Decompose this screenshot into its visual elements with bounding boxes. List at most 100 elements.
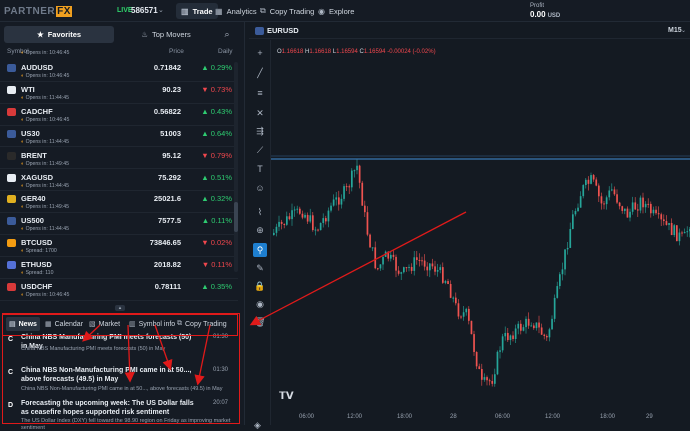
candle-body bbox=[379, 264, 382, 269]
watchlist-row[interactable]: BTCUSD ◐ Spread: 1700 73846.65 ▼ 0.02% bbox=[0, 235, 238, 257]
candle-body bbox=[416, 257, 418, 260]
chart-symbol-button[interactable]: EURUSD bbox=[255, 26, 299, 35]
search-button[interactable]: ⌕ bbox=[218, 26, 236, 43]
chevron-down-icon[interactable]: ⌄ bbox=[158, 6, 164, 14]
timeframe-select[interactable]: M15 bbox=[668, 27, 682, 34]
news-item[interactable]: C China NBS Non-Manufacturing PMI came i… bbox=[6, 367, 232, 397]
candle-body bbox=[353, 170, 356, 172]
brush-icon[interactable]: ⟋ bbox=[253, 143, 267, 157]
layers-icon[interactable]: ◈ bbox=[254, 420, 261, 431]
watchlist-row[interactable]: AUDUSD ◐ Opens in: 10:46:45 0.71842 ▲ 0.29% bbox=[0, 60, 238, 82]
nav-tab-copy-trading[interactable]: ⧉ Copy Trading bbox=[255, 3, 319, 19]
symbol-info-icon: ▥ bbox=[129, 321, 136, 328]
profit-currency: USD bbox=[547, 13, 561, 19]
row-symbol: US500 bbox=[21, 216, 44, 226]
watchlist-scrollbar[interactable] bbox=[234, 62, 238, 272]
row-daily-value: 0.79% bbox=[210, 150, 232, 160]
watchlist-row[interactable]: USDCHF ◐ Opens in: 10:46:45 0.78111 ▲ 0.35% bbox=[0, 279, 238, 301]
candle-body bbox=[488, 380, 491, 382]
lock-icon[interactable]: 🔒 bbox=[253, 279, 267, 293]
candle-body bbox=[291, 210, 293, 220]
pattern-icon[interactable]: ✕ bbox=[253, 106, 267, 120]
candle-body bbox=[483, 377, 486, 380]
candle-body bbox=[572, 214, 574, 229]
candle-body bbox=[520, 323, 522, 331]
trend-line-icon[interactable]: ╱ bbox=[253, 66, 267, 80]
candle-body bbox=[455, 297, 457, 304]
row-subtext-value: Spread: 110 bbox=[25, 270, 54, 277]
zoom-icon[interactable]: ⊕ bbox=[253, 223, 267, 237]
crosshair-icon[interactable]: + bbox=[253, 46, 267, 60]
chevron-down-icon[interactable]: ⌄ bbox=[681, 27, 686, 34]
ruler-icon[interactable]: ⌇ bbox=[253, 205, 267, 219]
candlestick-chart[interactable] bbox=[271, 40, 690, 410]
watchlist-row[interactable]: BRENT ◐ Opens in: 11:49:45 95.12 ▼ 0.79% bbox=[0, 148, 238, 170]
col-daily[interactable]: Daily bbox=[218, 48, 232, 55]
account-id[interactable]: 586571 bbox=[131, 6, 158, 15]
scrollbar-thumb[interactable] bbox=[234, 202, 238, 232]
tab-calendar[interactable]: ▦ Calendar bbox=[42, 317, 86, 331]
eye-icon[interactable]: ◉ bbox=[253, 297, 267, 311]
row-subtext-value: Opens in: 10:46:45 bbox=[25, 116, 70, 123]
tab-top-movers[interactable]: ♨ Top Movers bbox=[118, 26, 214, 43]
candle-body bbox=[639, 197, 642, 211]
watchlist-row[interactable]: CADCHF ◐ Opens in: 10:46:45 0.56822 ▲ 0.43% bbox=[0, 104, 238, 126]
candle-body bbox=[548, 329, 551, 338]
magnet-icon[interactable]: ⚲ bbox=[253, 243, 267, 257]
row-subtext-value: Opens in: 11:44:45 bbox=[25, 226, 70, 233]
watchlist-row[interactable]: WTI ◐ Opens in: 11:44:45 90.23 ▼ 0.73% bbox=[0, 82, 238, 104]
row-daily-change: ▲ 0.35% bbox=[201, 282, 232, 291]
watchlist-row[interactable]: XAGUSD ◐ Opens in: 11:44:45 75.292 ▲ 0.51% bbox=[0, 170, 238, 192]
arrow-up-icon: ▲ bbox=[201, 63, 211, 72]
row-symbol: AUDUSD bbox=[21, 63, 54, 72]
emoji-icon[interactable]: ☺ bbox=[253, 181, 267, 195]
lock-draw-icon[interactable]: ✎ bbox=[253, 261, 267, 275]
profit-amount: 0.00 bbox=[530, 10, 546, 19]
text-icon[interactable]: T bbox=[253, 162, 267, 176]
col-price[interactable]: Price bbox=[169, 48, 184, 55]
row-daily-value: 0.11% bbox=[211, 216, 232, 226]
tab-market[interactable]: ▧ Market bbox=[86, 317, 123, 331]
row-daily-value: 0.02% bbox=[210, 238, 232, 248]
tradingview-logo[interactable]: 𝗧𝗩 bbox=[279, 391, 294, 402]
candle-body bbox=[686, 231, 689, 233]
candle-body bbox=[465, 308, 468, 313]
candle-body bbox=[434, 266, 436, 272]
candle-body bbox=[499, 350, 501, 352]
candle-body bbox=[507, 332, 509, 341]
candle-body bbox=[600, 196, 603, 204]
tab-favorites[interactable]: ★ Favorites bbox=[4, 26, 114, 43]
brand-logo[interactable]: PARTNER FX bbox=[4, 4, 72, 18]
fib-icon[interactable]: ≡ bbox=[253, 86, 267, 100]
candle-body bbox=[408, 266, 410, 268]
candle-body bbox=[611, 189, 613, 191]
measure-icon[interactable]: ⇶ bbox=[253, 124, 267, 138]
watchlist-row[interactable]: GER40 ◐ Opens in: 11:49:45 25021.6 ▲ 0.32% bbox=[0, 191, 238, 214]
candle-body bbox=[538, 322, 540, 328]
watchlist-row[interactable]: US30 ◐ Opens in: 11:44:45 51003 ▲ 0.64% bbox=[0, 126, 238, 148]
row-daily-change: ▼ 0.73% bbox=[201, 85, 232, 94]
tab-news[interactable]: ▤ News bbox=[6, 317, 40, 331]
row-daily-value: 0.32% bbox=[210, 194, 232, 204]
panel-splitter-handle[interactable]: ▴ bbox=[115, 305, 125, 311]
time-axis-tick: 18:00 bbox=[397, 414, 413, 420]
candle-body bbox=[280, 221, 283, 224]
candle-body bbox=[546, 336, 548, 338]
candle-body bbox=[517, 323, 520, 329]
nav-tab-explore[interactable]: ◉ Explore bbox=[313, 3, 359, 19]
nav-tab-analytics[interactable]: ▦ Analytics bbox=[210, 3, 262, 19]
candle-body bbox=[286, 216, 288, 225]
watchlist-row[interactable]: US500 ◐ Opens in: 11:44:45 7577.5 ▲ 0.11% bbox=[0, 213, 238, 236]
arrow-up-icon: ▲ bbox=[201, 128, 211, 138]
candle-body bbox=[439, 267, 442, 271]
watchlist-row[interactable]: ETHUSD ◐ Spread: 110 2018.82 ▼ 0.11% bbox=[0, 257, 238, 279]
news-item[interactable]: D Forecasting the upcoming week: The US … bbox=[6, 400, 232, 431]
tab-symbol-info[interactable]: ▥ Symbol info bbox=[126, 317, 178, 331]
candle-body bbox=[551, 318, 553, 330]
candle-body bbox=[457, 303, 460, 317]
candle-body bbox=[332, 199, 335, 206]
news-item[interactable]: C China NBS Manufacturing PMI meets fore… bbox=[6, 334, 232, 360]
tab-copy-trading[interactable]: ⧉ Copy Trading bbox=[174, 317, 230, 331]
row-symbol: BRENT bbox=[21, 150, 47, 160]
trash-icon[interactable]: 🗑 bbox=[253, 315, 267, 329]
